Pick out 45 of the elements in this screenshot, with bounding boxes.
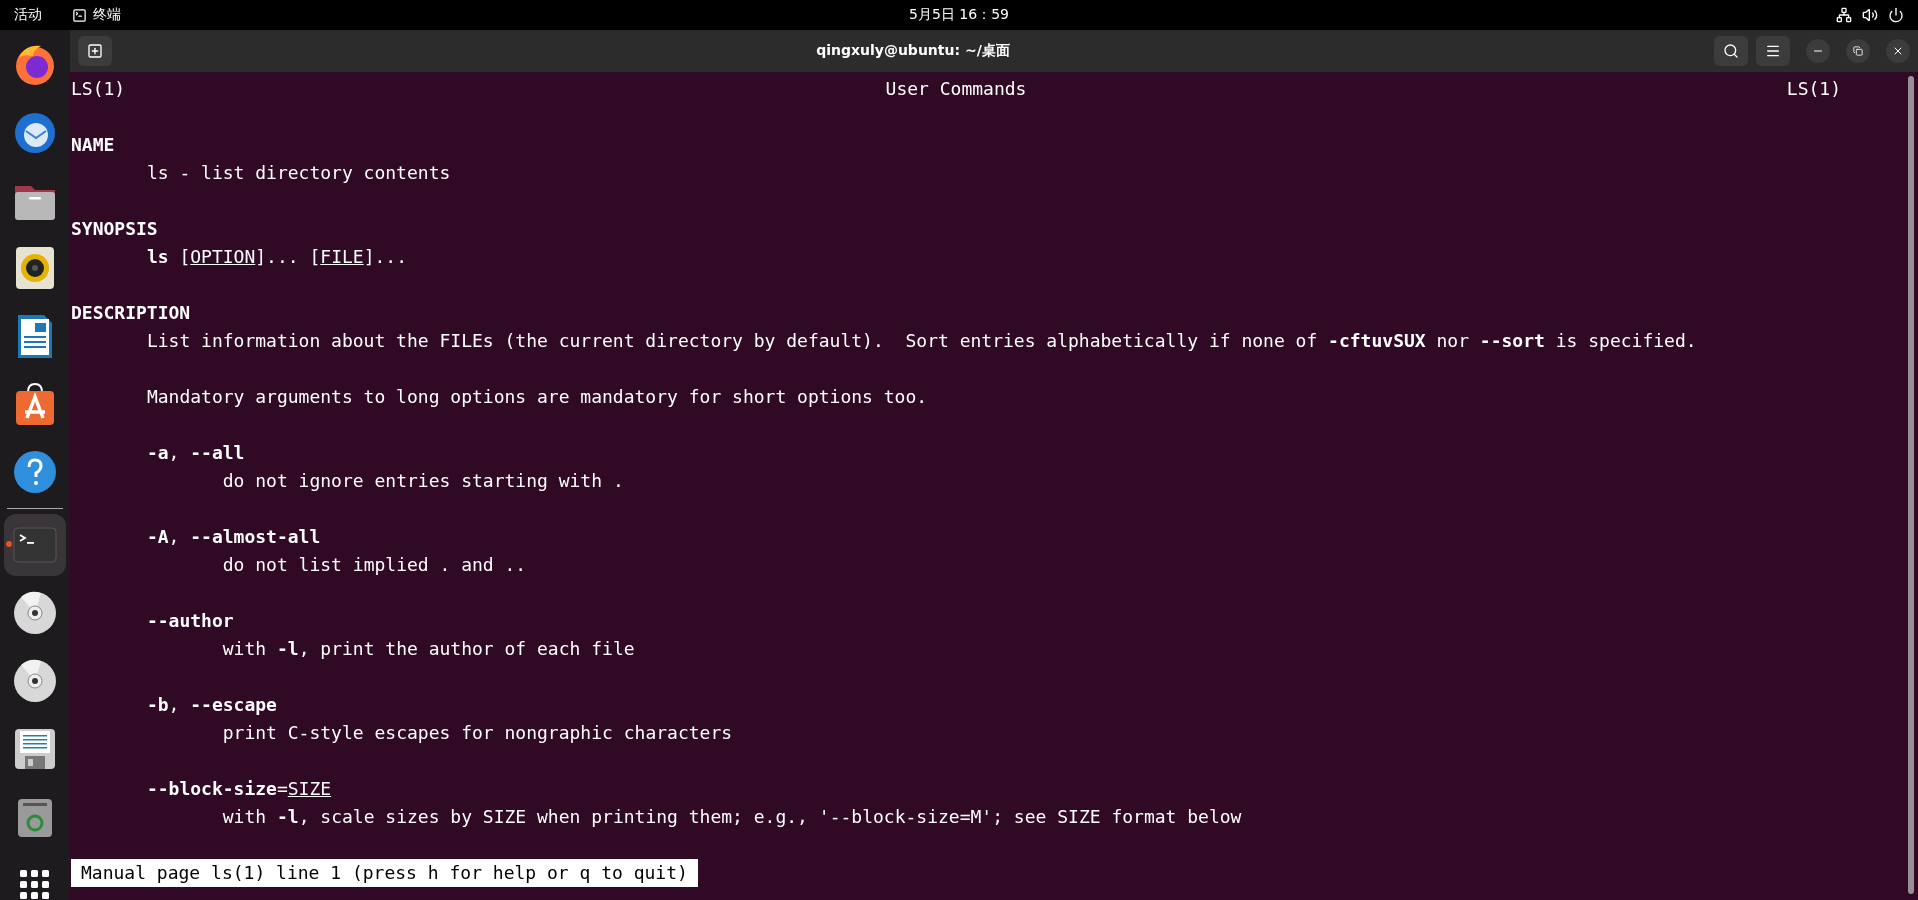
option-name: -A, --almost-all <box>145 525 321 549</box>
paragraph: ls [OPTION]... [FILE]... <box>145 245 408 269</box>
new-tab-button[interactable] <box>78 36 112 66</box>
power-icon[interactable] <box>1888 7 1904 23</box>
option-description: do not list implied . and .. <box>221 553 527 577</box>
running-dot <box>6 541 12 547</box>
option-description: do not ignore entries starting with . <box>221 469 624 493</box>
paragraph: Mandatory arguments to long options are mandatory for short options too. <box>145 385 928 409</box>
activities-button[interactable]: 活动 <box>14 6 42 24</box>
volume-icon[interactable] <box>1862 7 1878 23</box>
option-description: print C-style escapes for nongraphic characters <box>221 721 733 745</box>
search-icon <box>1723 43 1739 59</box>
paragraph: List information about the FILEs (the current directory by default). Sort entries alphabetically if none of -cftuvSUX nor --sort is specified. <box>145 329 1697 353</box>
disc-icon <box>11 589 59 637</box>
disc-icon <box>11 657 59 705</box>
plus-icon <box>87 43 103 59</box>
search-button[interactable] <box>1714 36 1748 66</box>
close-icon <box>1892 45 1904 57</box>
option-name: --block-size=SIZE <box>145 777 332 801</box>
app-menu[interactable]: 终端 <box>93 6 121 24</box>
section-heading: DESCRIPTION <box>71 301 191 325</box>
page-title: LS(1) <box>71 77 126 101</box>
option-description: with -l, print the author of each file <box>221 637 635 661</box>
close-button[interactable] <box>1886 39 1910 63</box>
page-title: LS(1) <box>1786 77 1841 101</box>
window-title: qingxuly@ubuntu: ~/桌面 <box>815 42 1011 60</box>
option-name: --author <box>145 609 234 633</box>
minimize-button[interactable] <box>1806 39 1830 63</box>
menu-icon <box>1765 43 1781 59</box>
manual-section-title: User Commands <box>885 77 1027 101</box>
clock[interactable]: 5月5日 16：59 <box>909 6 1009 24</box>
section-heading: SYNOPSIS <box>71 217 158 241</box>
restore-button[interactable] <box>1846 39 1870 63</box>
option-name: -b, --escape <box>145 693 277 717</box>
option-name: -a, --all <box>145 441 245 465</box>
scrollbar-thumb[interactable] <box>1908 76 1914 894</box>
section-heading: NAME <box>71 133 115 157</box>
help-icon <box>11 448 59 496</box>
option-description: with -l, scale sizes by SIZE when printing them; e.g., '--block-size=M'; see SIZE format below <box>221 805 1242 829</box>
restore-icon <box>1853 46 1863 56</box>
menu-button[interactable] <box>1756 36 1790 66</box>
network-icon[interactable] <box>1836 7 1852 23</box>
paragraph: ls - list directory contents <box>145 161 451 185</box>
terminal-icon <box>72 7 87 23</box>
app-grid-icon <box>20 870 50 900</box>
